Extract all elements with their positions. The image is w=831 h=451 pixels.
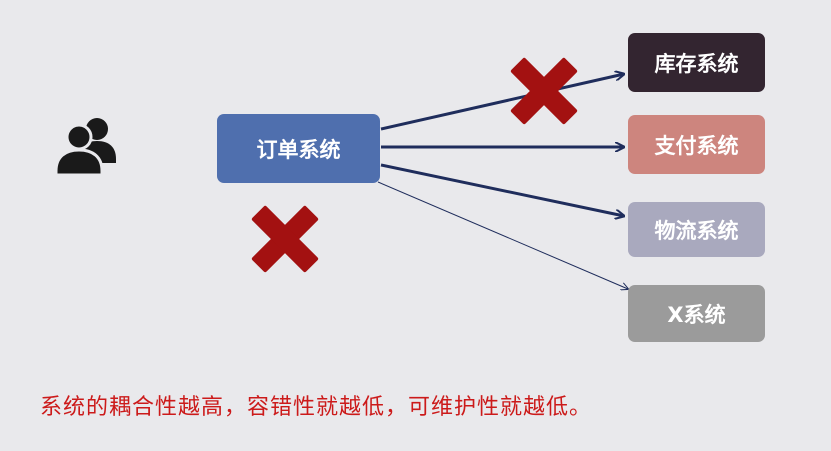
arrow-to-x	[377, 181, 628, 289]
x-system-label: X系统	[667, 302, 726, 327]
cross-mark-icon	[510, 57, 578, 125]
payment-system-label: 支付系统	[654, 133, 739, 158]
logistics-system-node: 物流系统	[628, 202, 765, 257]
caption-text: 系统的耦合性越高，容错性就越低，可维护性就越低。	[40, 395, 593, 420]
arrow-to-inventory	[380, 74, 624, 131]
order-system-label: 订单系统	[256, 137, 341, 162]
x-system-node: X系统	[628, 285, 765, 342]
order-system-node: 订单系统	[217, 114, 380, 183]
users-icon	[54, 118, 116, 177]
payment-system-node: 支付系统	[628, 115, 765, 174]
inventory-system-label: 库存系统	[654, 51, 739, 76]
logistics-system-label: 物流系统	[654, 218, 739, 243]
cross-mark-icon	[251, 205, 319, 273]
inventory-system-node: 库存系统	[628, 33, 765, 92]
arrow-to-logistics	[380, 163, 624, 216]
diagram-canvas: 订单系统 库存系统 支付系统 物流系统 X系统 系统的耦合性越高，容错性就越低，…	[0, 0, 831, 451]
